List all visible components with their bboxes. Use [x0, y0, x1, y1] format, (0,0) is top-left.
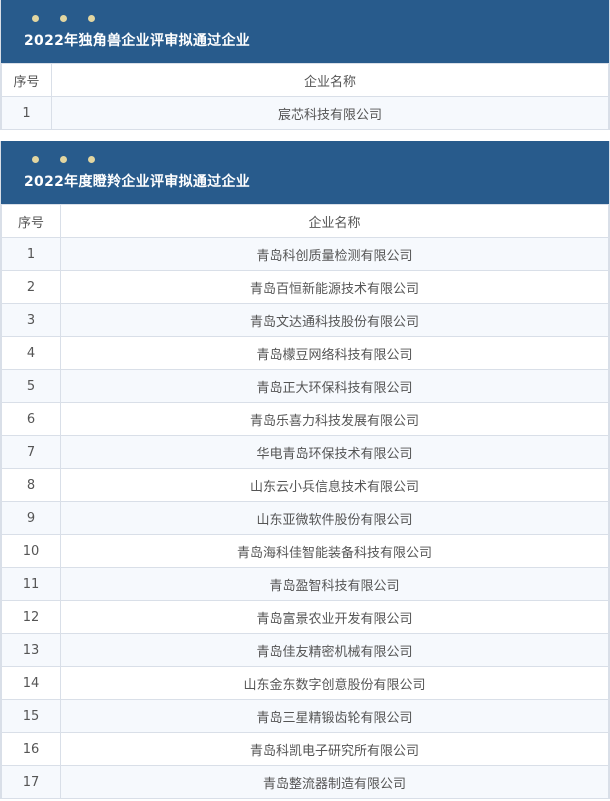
company-name: 青岛正大环保科技有限公司 [60, 369, 609, 403]
row-number: 15 [1, 699, 61, 733]
row-number: 10 [1, 534, 61, 568]
dot-icon [88, 156, 95, 163]
section-banner: 2022年度瞪羚企业评审拟通过企业 [1, 141, 609, 204]
dot-icon [60, 156, 67, 163]
gazelle-section: 2022年度瞪羚企业评审拟通过企业 序号 企业名称 1 青岛科创质量检测有限公司 2… [0, 141, 610, 799]
table-row: 1 宸芯科技有限公司 [1, 96, 609, 130]
company-name: 山东亚微软件股份有限公司 [60, 501, 609, 535]
company-name: 青岛乐喜力科技发展有限公司 [60, 402, 609, 436]
table-row: 2 青岛百恒新能源技术有限公司 [1, 270, 609, 304]
section-title: 2022年独角兽企业评审拟通过企业 [24, 33, 251, 49]
company-name: 青岛富景农业开发有限公司 [60, 600, 609, 634]
row-number: 13 [1, 633, 61, 667]
table-row: 3 青岛文达通科技股份有限公司 [1, 303, 609, 337]
table-row: 13 青岛佳友精密机械有限公司 [1, 633, 609, 667]
table-row: 5 青岛正大环保科技有限公司 [1, 369, 609, 403]
section-banner: 2022年独角兽企业评审拟通过企业 [1, 0, 609, 63]
company-name: 山东金东数字创意股份有限公司 [60, 666, 609, 700]
table-header-row: 序号 企业名称 [1, 63, 609, 97]
row-number: 5 [1, 369, 61, 403]
header-name: 企业名称 [51, 63, 609, 97]
company-name: 青岛海科佳智能装备科技有限公司 [60, 534, 609, 568]
company-name: 青岛整流器制造有限公司 [60, 765, 609, 799]
row-number: 17 [1, 765, 61, 799]
row-number: 8 [1, 468, 61, 502]
unicorn-section: 2022年独角兽企业评审拟通过企业 序号 企业名称 1 宸芯科技有限公司 [0, 0, 610, 130]
header-no: 序号 [1, 204, 61, 238]
row-number: 1 [1, 237, 61, 271]
company-name: 华电青岛环保技术有限公司 [60, 435, 609, 469]
table-row: 16 青岛科凯电子研究所有限公司 [1, 732, 609, 766]
table-row: 1 青岛科创质量检测有限公司 [1, 237, 609, 271]
company-name: 青岛佳友精密机械有限公司 [60, 633, 609, 667]
row-number: 3 [1, 303, 61, 337]
row-number: 12 [1, 600, 61, 634]
row-number: 7 [1, 435, 61, 469]
company-table: 序号 企业名称 1 青岛科创质量检测有限公司 2 青岛百恒新能源技术有限公司 3 青岛文达… [1, 204, 609, 799]
table-row: 15 青岛三星精锻齿轮有限公司 [1, 699, 609, 733]
company-name: 山东云小兵信息技术有限公司 [60, 468, 609, 502]
row-number: 1 [1, 96, 52, 130]
table-row: 10 青岛海科佳智能装备科技有限公司 [1, 534, 609, 568]
row-number: 14 [1, 666, 61, 700]
table-row: 11 青岛盈智科技有限公司 [1, 567, 609, 601]
table-row: 12 青岛富景农业开发有限公司 [1, 600, 609, 634]
company-name: 青岛百恒新能源技术有限公司 [60, 270, 609, 304]
table-row: 8 山东云小兵信息技术有限公司 [1, 468, 609, 502]
table-row: 14 山东金东数字创意股份有限公司 [1, 666, 609, 700]
table-row: 6 青岛乐喜力科技发展有限公司 [1, 402, 609, 436]
row-number: 9 [1, 501, 61, 535]
company-name: 青岛科凯电子研究所有限公司 [60, 732, 609, 766]
company-name: 青岛三星精锻齿轮有限公司 [60, 699, 609, 733]
dot-icon [88, 15, 95, 22]
company-name: 青岛檬豆网络科技有限公司 [60, 336, 609, 370]
row-number: 11 [1, 567, 61, 601]
header-no: 序号 [1, 63, 52, 97]
company-table: 序号 企业名称 1 宸芯科技有限公司 [1, 63, 609, 130]
row-number: 16 [1, 732, 61, 766]
table-body: 1 青岛科创质量检测有限公司 2 青岛百恒新能源技术有限公司 3 青岛文达通科技股份有限公… [1, 237, 609, 799]
table-row: 17 青岛整流器制造有限公司 [1, 765, 609, 799]
row-number: 2 [1, 270, 61, 304]
section-title: 2022年度瞪羚企业评审拟通过企业 [24, 174, 251, 190]
dot-icon [32, 15, 39, 22]
header-name: 企业名称 [60, 204, 609, 238]
table-row: 4 青岛檬豆网络科技有限公司 [1, 336, 609, 370]
row-number: 4 [1, 336, 61, 370]
table-row: 7 华电青岛环保技术有限公司 [1, 435, 609, 469]
table-header-row: 序号 企业名称 [1, 204, 609, 238]
company-name: 青岛科创质量检测有限公司 [60, 237, 609, 271]
table-row: 9 山东亚微软件股份有限公司 [1, 501, 609, 535]
table-body: 1 宸芯科技有限公司 [1, 96, 609, 130]
dot-icon [60, 15, 67, 22]
dot-icon [32, 156, 39, 163]
company-name: 宸芯科技有限公司 [51, 96, 609, 130]
row-number: 6 [1, 402, 61, 436]
company-name: 青岛文达通科技股份有限公司 [60, 303, 609, 337]
company-name: 青岛盈智科技有限公司 [60, 567, 609, 601]
